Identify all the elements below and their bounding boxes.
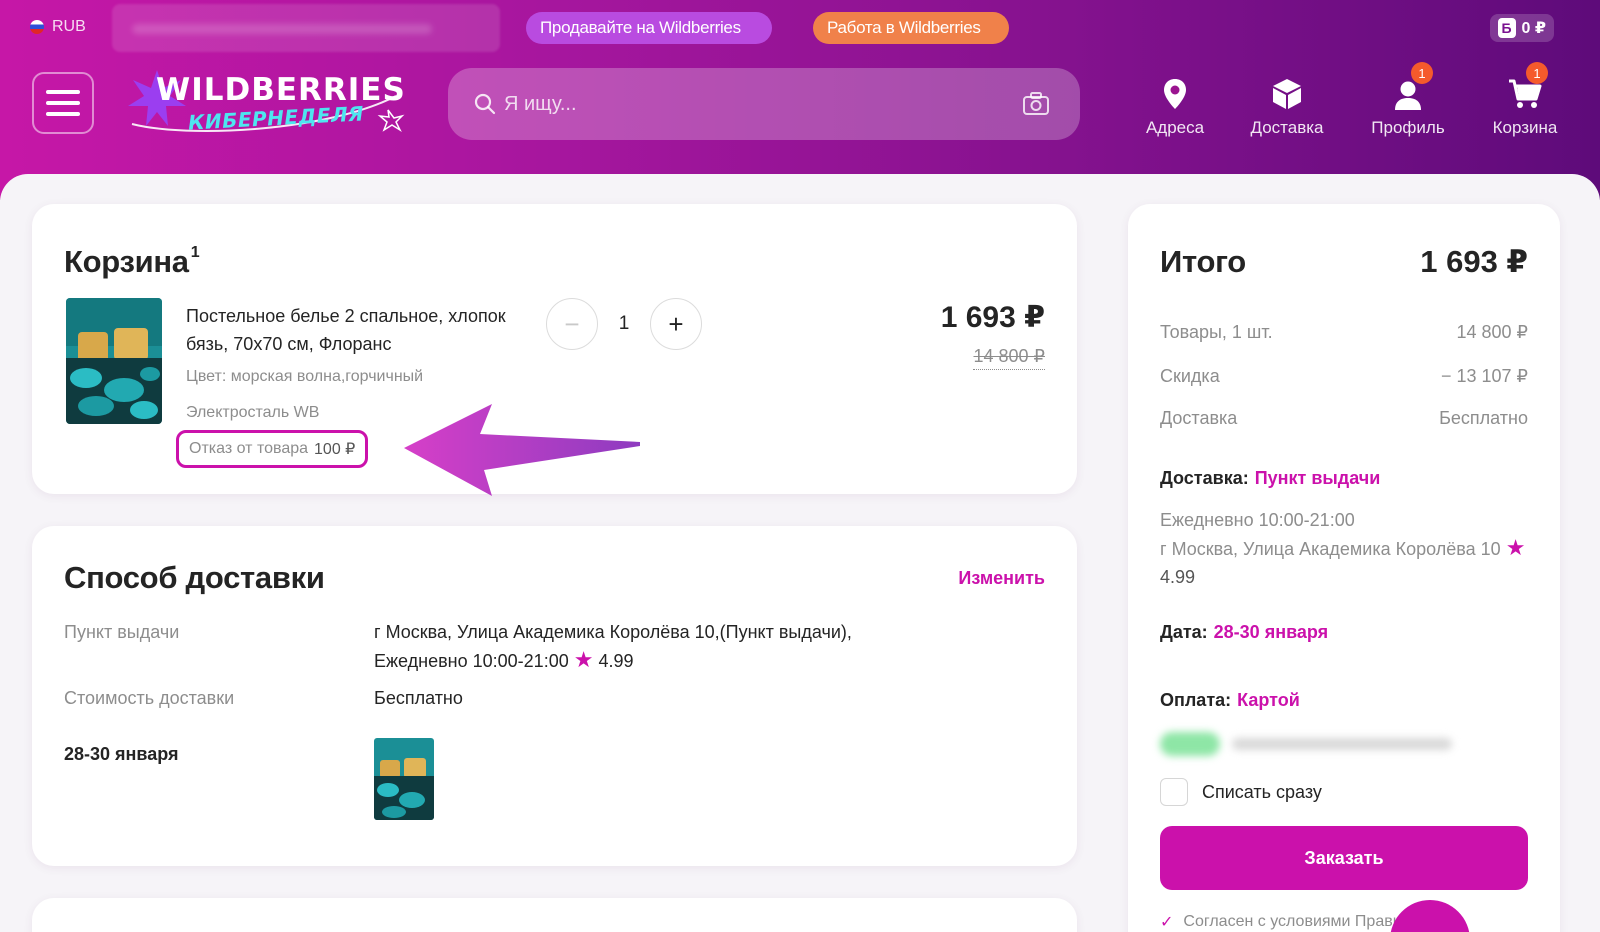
refusal-price: 100 ₽ xyxy=(314,441,356,458)
pickup-label: Пункт выдачи xyxy=(64,622,180,642)
nav-label: Корзина xyxy=(1492,118,1558,137)
goods-row: Товары, 1 шт. 14 800 ₽ xyxy=(1160,322,1528,343)
date-summary-label: Дата: xyxy=(1160,622,1208,642)
quantity-stepper: − 1 + xyxy=(546,298,702,350)
summary-rating: 4.99 xyxy=(1160,567,1196,587)
pickup-hours: Ежедневно 10:00-21:00 xyxy=(374,651,569,671)
quantity-value: 1 xyxy=(618,313,630,334)
decrease-quantity-button[interactable]: − xyxy=(546,298,598,350)
product-image[interactable] xyxy=(66,298,162,424)
payment-value[interactable]: Картой xyxy=(1237,690,1300,710)
discount-row: Скидка − 13 107 ₽ xyxy=(1160,366,1528,387)
product-color: Цвет: морская волна,горчичный xyxy=(186,368,424,385)
cart-title-text: Корзина xyxy=(64,244,189,279)
site-header: RUB Продавайте на Wildberries Работа в W… xyxy=(0,0,1600,200)
star-icon: ★ xyxy=(1505,535,1526,560)
delivery-method-card: Способ доставки Изменить Пункт выдачи г … xyxy=(32,526,1077,866)
payment-label: Оплата: xyxy=(1160,690,1232,710)
goods-label: Товары, 1 шт. xyxy=(1160,322,1273,342)
delivery-date: 28-30 января xyxy=(64,744,179,764)
nav-label: Доставка xyxy=(1250,118,1324,137)
header-nav: Адреса Доставка 1 Профиль 1 Корзина xyxy=(0,62,1600,150)
delivery-summary-value[interactable]: Пункт выдачи xyxy=(1255,468,1381,488)
shipping-row: Доставка Бесплатно xyxy=(1160,408,1528,429)
order-summary-card: Итого 1 693 ₽ Товары, 1 шт. 14 800 ₽ Ски… xyxy=(1128,204,1560,932)
summary-hours: Ежедневно 10:00-21:00 xyxy=(1160,510,1355,530)
balance-value: 0 ₽ xyxy=(1521,20,1546,37)
top-bar: RUB Продавайте на Wildberries Работа в W… xyxy=(0,0,1600,56)
card-logo-icon xyxy=(1160,732,1220,756)
order-button[interactable]: Заказать xyxy=(1160,826,1528,890)
blurred-address[interactable] xyxy=(112,4,500,52)
increase-quantity-button[interactable]: + xyxy=(650,298,702,350)
work-at-wildberries-link[interactable]: Работа в Wildberries xyxy=(813,12,1009,44)
profile-badge: 1 xyxy=(1411,62,1433,84)
sell-on-wildberries-link[interactable]: Продавайте на Wildberries xyxy=(526,12,772,44)
delivery-cost-label: Стоимость доставки xyxy=(64,688,235,708)
currency-label: RUB xyxy=(52,18,86,35)
nav-delivery[interactable]: Доставка xyxy=(1232,70,1342,138)
nav-profile[interactable]: 1 Профиль xyxy=(1353,62,1463,138)
map-pin-icon xyxy=(1120,70,1230,110)
product-seller[interactable]: Электросталь WB xyxy=(186,404,319,422)
cart-badge: 1 xyxy=(1526,62,1548,84)
balance-widget[interactable]: Б 0 ₽ xyxy=(1489,14,1554,42)
nav-addresses[interactable]: Адреса xyxy=(1120,70,1230,138)
shipping-label: Доставка xyxy=(1160,408,1238,428)
date-summary: Дата: 28-30 января xyxy=(1160,622,1540,643)
card-number xyxy=(1232,738,1452,750)
charge-now-label: Списать сразу xyxy=(1202,781,1322,802)
goods-value: 14 800 ₽ xyxy=(1456,322,1528,342)
charge-now-checkbox[interactable] xyxy=(1160,778,1188,806)
cart-icon: 1 xyxy=(1470,62,1580,110)
delivery-cost-value: Бесплатно xyxy=(374,688,463,708)
change-delivery-link[interactable]: Изменить xyxy=(958,568,1045,589)
delivery-summary-label: Доставка: xyxy=(1160,468,1249,488)
summary-address: г Москва, Улица Академика Королёва 10 xyxy=(1160,539,1501,559)
pickup-value: г Москва, Улица Академика Королёва 10,(П… xyxy=(374,618,852,675)
terms-text: Согласен с условиями Правил xyxy=(1183,913,1411,930)
balance-icon: Б xyxy=(1497,18,1516,38)
delivery-title: Способ доставки xyxy=(64,560,325,595)
user-icon: 1 xyxy=(1353,62,1463,110)
delivery-summary: Доставка: Пункт выдачи xyxy=(1160,468,1540,489)
charge-now-option[interactable]: Списать сразу xyxy=(1160,778,1322,806)
product-name[interactable]: Постельное белье 2 спальное, хлопок бязь… xyxy=(186,302,506,358)
nav-cart[interactable]: 1 Корзина xyxy=(1470,62,1580,138)
nav-label: Адреса xyxy=(1145,118,1205,137)
shipping-value: Бесплатно xyxy=(1439,408,1528,428)
total-sum: 1 693 ₽ xyxy=(1420,244,1528,279)
cart-title: Корзина 1 xyxy=(64,243,200,280)
currency-selector[interactable]: RUB xyxy=(30,18,86,36)
cart-count: 1 xyxy=(190,243,200,261)
box-icon xyxy=(1232,70,1342,110)
star-icon: ★ xyxy=(573,647,594,672)
cart-card: Корзина 1 Постельное белье 2 спальное, хл… xyxy=(32,204,1077,496)
blurred-payment-card[interactable] xyxy=(1160,730,1460,758)
check-icon: ✓ xyxy=(1160,914,1174,931)
russia-flag-icon xyxy=(30,20,44,34)
refusal-label: Отказ от товара xyxy=(189,440,309,457)
highlight-arrow-icon xyxy=(404,404,640,496)
delivery-product-thumbnail[interactable] xyxy=(374,738,434,820)
refusal-fee: Отказ от товара 100 ₽ xyxy=(176,430,369,468)
main-content: Корзина 1 Постельное белье 2 спальное, хл… xyxy=(0,174,1600,932)
pickup-rating: 4.99 xyxy=(598,651,634,671)
total-title: Итого xyxy=(1160,244,1246,279)
date-summary-value[interactable]: 28-30 января xyxy=(1214,622,1329,642)
discount-label: Скидка xyxy=(1160,366,1220,386)
next-card xyxy=(32,898,1077,932)
nav-label: Профиль xyxy=(1371,118,1445,137)
discount-value: − 13 107 ₽ xyxy=(1440,366,1528,386)
payment-summary: Оплата: Картой xyxy=(1160,690,1540,711)
pickup-address: г Москва, Улица Академика Королёва 10,(П… xyxy=(374,622,852,642)
pickup-hours-row: Ежедневно 10:00-21:00 ★ 4.99 xyxy=(374,646,852,675)
product-price: 1 693 ₽ xyxy=(940,301,1045,334)
delivery-summary-address: Ежедневно 10:00-21:00 г Москва, Улица Ак… xyxy=(1160,506,1540,591)
terms-agreement[interactable]: ✓ Согласен с условиями Правил xyxy=(1160,912,1411,932)
product-old-price: 14 800 ₽ xyxy=(973,346,1045,370)
